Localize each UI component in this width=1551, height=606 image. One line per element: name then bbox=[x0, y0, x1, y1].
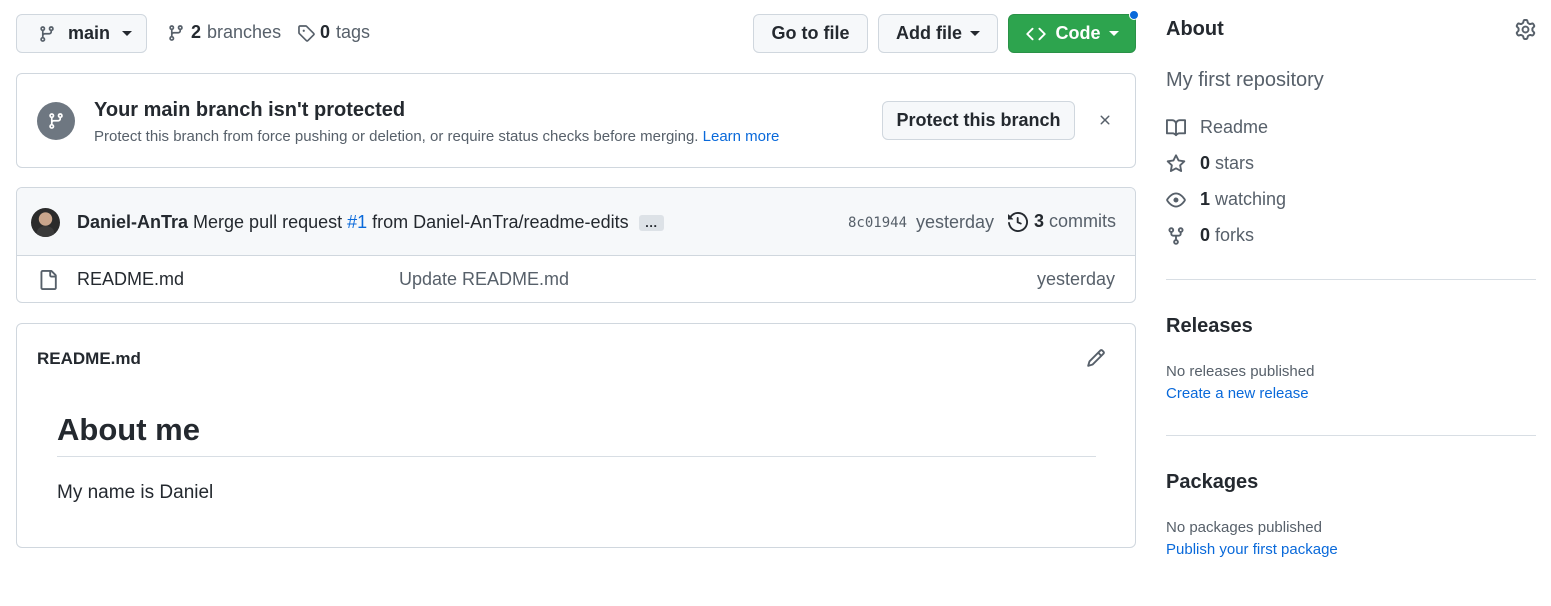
commit-time: yesterday bbox=[916, 212, 995, 232]
commit-message-suffix[interactable]: from Daniel-AnTra/readme-edits bbox=[372, 212, 628, 233]
readme-link[interactable]: Readme bbox=[1166, 117, 1268, 138]
readme-heading: About me bbox=[57, 412, 200, 447]
commit-message: Daniel-AnTra Merge pull request #1 from … bbox=[77, 212, 664, 233]
readme-heading-divider bbox=[57, 456, 1096, 457]
protect-branch-button[interactable]: Protect this branch bbox=[882, 101, 1075, 140]
forks-label: forks bbox=[1215, 225, 1255, 245]
protect-branch-banner: Your main branch isn't protected Protect… bbox=[16, 73, 1136, 168]
sidebar-divider bbox=[1166, 435, 1536, 436]
pull-request-link[interactable]: #1 bbox=[347, 212, 367, 233]
star-icon bbox=[1166, 153, 1186, 174]
packages-title[interactable]: Packages bbox=[1166, 471, 1258, 494]
watching-label: watching bbox=[1215, 189, 1287, 209]
repo-forked-icon bbox=[1166, 226, 1186, 246]
stars-label: stars bbox=[1215, 153, 1255, 173]
avatar[interactable] bbox=[31, 208, 60, 237]
stars-count: 0 bbox=[1200, 153, 1211, 173]
chevron-down-icon bbox=[122, 31, 133, 36]
add-file-button[interactable]: Add file bbox=[878, 14, 998, 53]
git-branch-icon bbox=[167, 23, 185, 43]
releases-empty-text: No releases published bbox=[1166, 363, 1315, 380]
branches-link[interactable]: 2 branches bbox=[167, 22, 281, 43]
watching-link[interactable]: 1 watching bbox=[1166, 189, 1286, 210]
commit-message-prefix[interactable]: Merge pull request bbox=[193, 212, 342, 233]
tag-icon bbox=[297, 23, 315, 43]
banner-title: Your main branch isn't protected bbox=[94, 99, 406, 121]
watching-count: 1 bbox=[1200, 189, 1211, 209]
file-name[interactable]: README.md bbox=[77, 269, 184, 290]
code-button[interactable]: Code bbox=[1008, 14, 1136, 53]
readme-link-label: Readme bbox=[1200, 117, 1269, 137]
add-file-label: Add file bbox=[896, 23, 962, 43]
latest-commit-bar: Daniel-AnTra Merge pull request #1 from … bbox=[17, 188, 1135, 256]
readme-panel: README.md About me My name is Daniel bbox=[16, 323, 1136, 548]
close-icon[interactable] bbox=[1097, 112, 1113, 128]
tags-label: tags bbox=[336, 22, 371, 42]
commits-count: 3 bbox=[1034, 211, 1045, 231]
file-list: Daniel-AnTra Merge pull request #1 from … bbox=[16, 187, 1136, 303]
create-release-link[interactable]: Create a new release bbox=[1166, 385, 1309, 402]
code-icon bbox=[1025, 24, 1046, 44]
code-label: Code bbox=[1055, 23, 1101, 43]
tags-link[interactable]: 0 tags bbox=[297, 22, 370, 43]
pencil-icon[interactable] bbox=[1086, 348, 1106, 368]
stars-link[interactable]: 0 stars bbox=[1166, 153, 1254, 174]
branch-select-button[interactable]: main bbox=[16, 14, 147, 53]
banner-description: Protect this branch from force pushing o… bbox=[94, 128, 779, 145]
branches-count: 2 bbox=[191, 22, 202, 42]
commit-expand-button[interactable]: … bbox=[638, 214, 664, 231]
file-commit-message[interactable]: Update README.md bbox=[399, 269, 569, 290]
commits-label: commits bbox=[1049, 211, 1117, 231]
releases-title[interactable]: Releases bbox=[1166, 315, 1253, 338]
commits-link[interactable]: 3 commits bbox=[1008, 211, 1116, 232]
table-row[interactable]: README.md Update README.md yesterday bbox=[17, 256, 1135, 302]
publish-package-link[interactable]: Publish your first package bbox=[1166, 541, 1338, 558]
commit-sha[interactable]: 8c01944 bbox=[848, 215, 907, 231]
file-icon bbox=[38, 269, 58, 291]
tags-count: 0 bbox=[320, 22, 331, 42]
file-time: yesterday bbox=[1036, 269, 1115, 289]
forks-count: 0 bbox=[1200, 225, 1211, 245]
chevron-down-icon bbox=[1108, 31, 1119, 36]
readme-filename[interactable]: README.md bbox=[37, 349, 141, 369]
repo-description: My first repository bbox=[1166, 69, 1324, 91]
packages-empty-text: No packages published bbox=[1166, 519, 1322, 536]
commit-author[interactable]: Daniel-AnTra bbox=[77, 212, 188, 233]
about-title: About bbox=[1166, 18, 1224, 40]
shield-branch-icon bbox=[37, 102, 75, 140]
eye-icon bbox=[1166, 190, 1186, 210]
branch-name: main bbox=[68, 23, 111, 43]
readme-body: My name is Daniel bbox=[57, 482, 214, 503]
branches-label: branches bbox=[207, 22, 282, 42]
go-to-file-button[interactable]: Go to file bbox=[753, 14, 868, 53]
gear-icon[interactable] bbox=[1515, 19, 1536, 40]
history-icon bbox=[1008, 211, 1028, 232]
forks-link[interactable]: 0 forks bbox=[1166, 225, 1254, 246]
learn-more-link[interactable]: Learn more bbox=[703, 128, 780, 145]
git-branch-icon bbox=[38, 24, 56, 44]
chevron-down-icon bbox=[970, 31, 980, 36]
notification-dot bbox=[1129, 10, 1139, 20]
book-icon bbox=[1166, 118, 1186, 138]
banner-description-text: Protect this branch from force pushing o… bbox=[94, 128, 699, 145]
sidebar-divider bbox=[1166, 279, 1536, 280]
